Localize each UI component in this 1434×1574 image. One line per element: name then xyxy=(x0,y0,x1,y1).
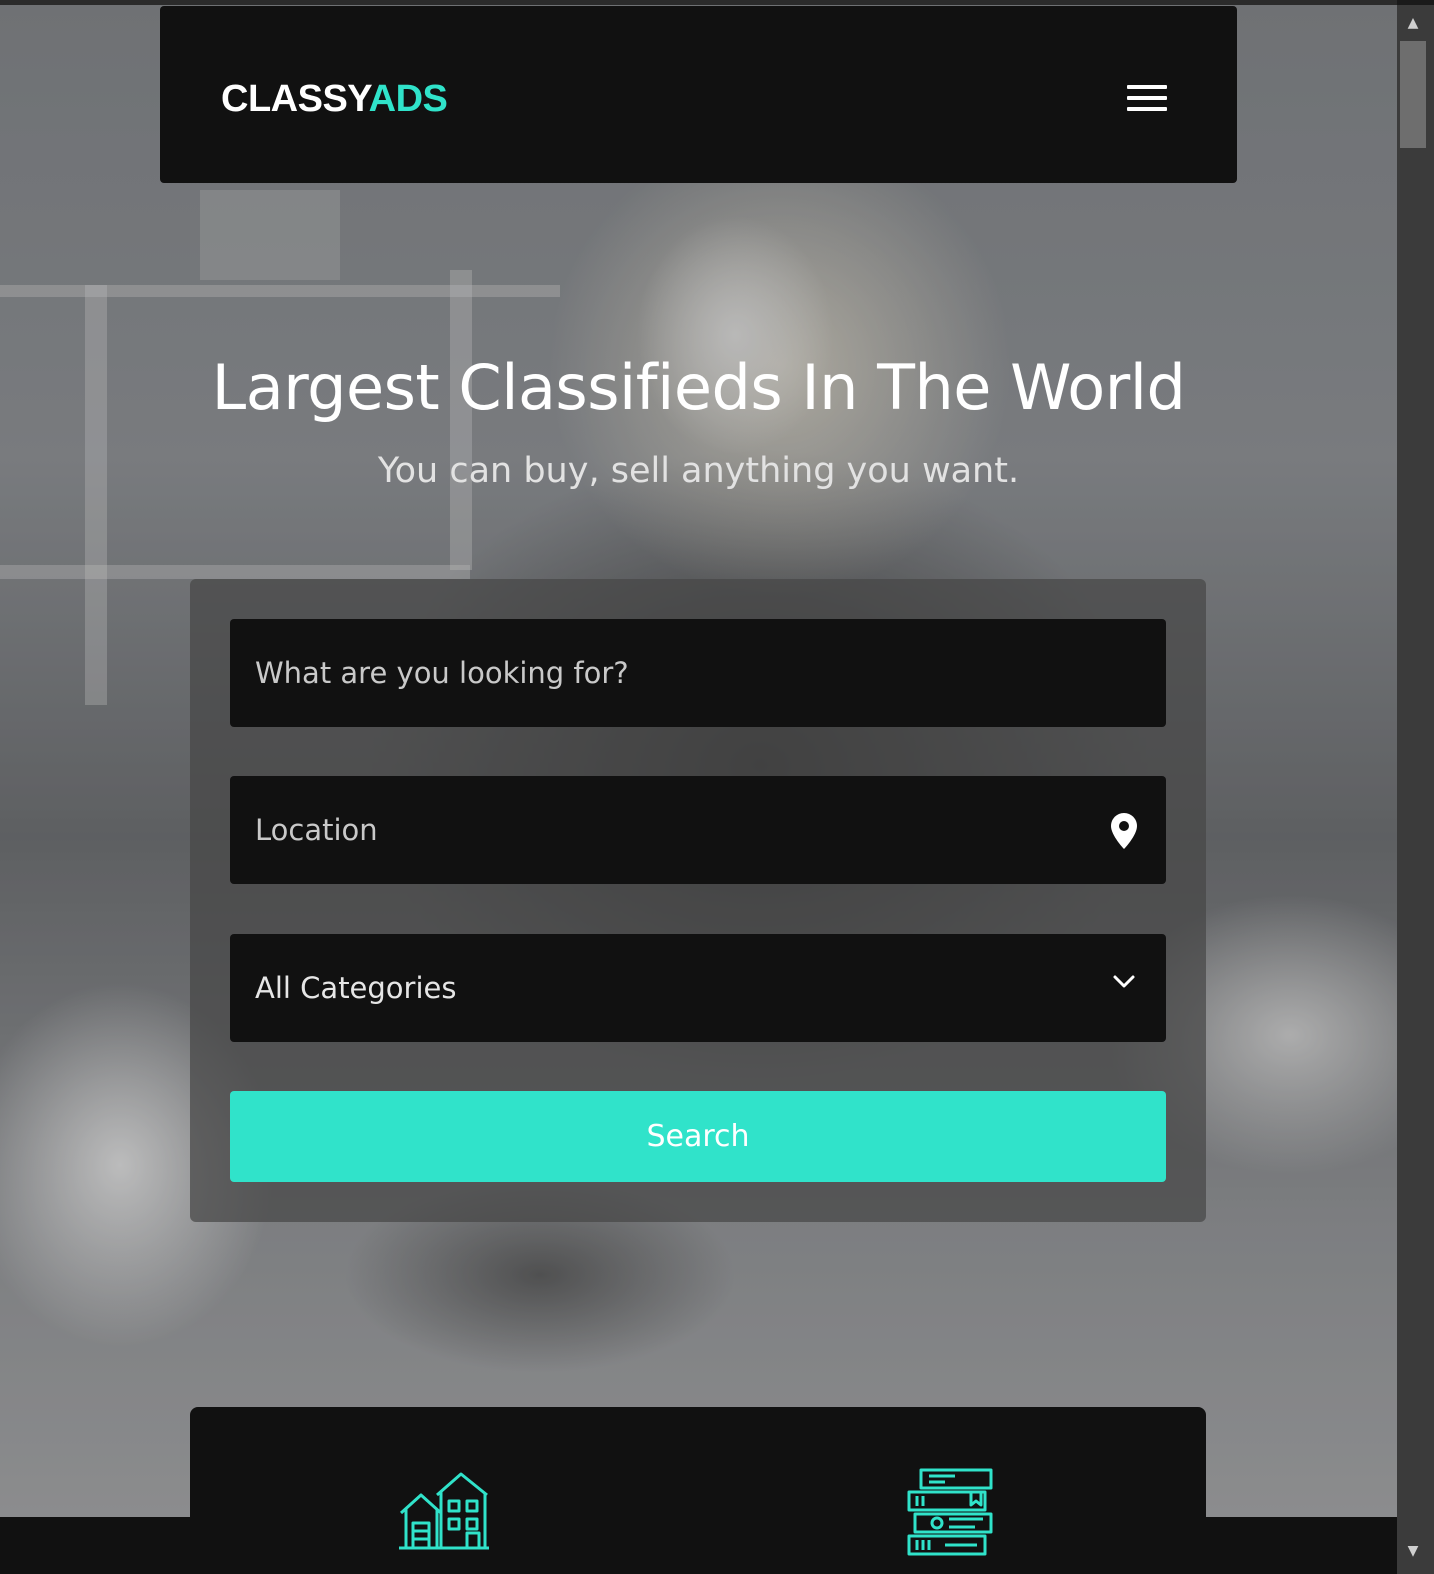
logo-text-accent: ADS xyxy=(368,78,448,120)
hamburger-bar xyxy=(1127,107,1167,111)
navbar: CLASSYADS xyxy=(160,6,1237,183)
location-field xyxy=(230,776,1166,884)
chevron-down-icon xyxy=(1113,975,1135,988)
hamburger-bar xyxy=(1127,85,1167,89)
hero-subtitle: You can buy, sell anything you want. xyxy=(377,451,1020,491)
category-card xyxy=(190,1407,1206,1574)
keyword-input[interactable] xyxy=(230,619,1166,727)
books-icon[interactable] xyxy=(905,1467,995,1557)
logo-text-primary: CLASSY xyxy=(221,78,369,120)
page: CLASSYADS Largest Classifieds In The Wor… xyxy=(0,0,1434,1574)
hamburger-bar xyxy=(1127,96,1167,100)
real-estate-house-icon[interactable] xyxy=(397,1471,491,1551)
site-logo[interactable]: CLASSYADS xyxy=(221,76,448,122)
keyword-field xyxy=(230,619,1166,727)
search-panel: All Categories Search xyxy=(190,579,1206,1222)
hero-title: Largest Classifieds In The World xyxy=(211,351,1186,424)
scroll-up-arrow-icon[interactable]: ▲ xyxy=(1397,7,1429,39)
vertical-scrollbar[interactable]: ▲ ▼ xyxy=(1397,5,1434,1574)
scroll-down-arrow-icon[interactable]: ▼ xyxy=(1397,1535,1429,1567)
hamburger-menu-icon[interactable] xyxy=(1125,84,1169,114)
map-pin-icon[interactable] xyxy=(1110,812,1138,850)
category-select-value: All Categories xyxy=(255,971,457,1005)
search-button[interactable]: Search xyxy=(230,1091,1166,1182)
location-input[interactable] xyxy=(230,776,1166,884)
scrollbar-thumb[interactable] xyxy=(1400,41,1426,148)
category-select[interactable]: All Categories xyxy=(230,934,1166,1042)
